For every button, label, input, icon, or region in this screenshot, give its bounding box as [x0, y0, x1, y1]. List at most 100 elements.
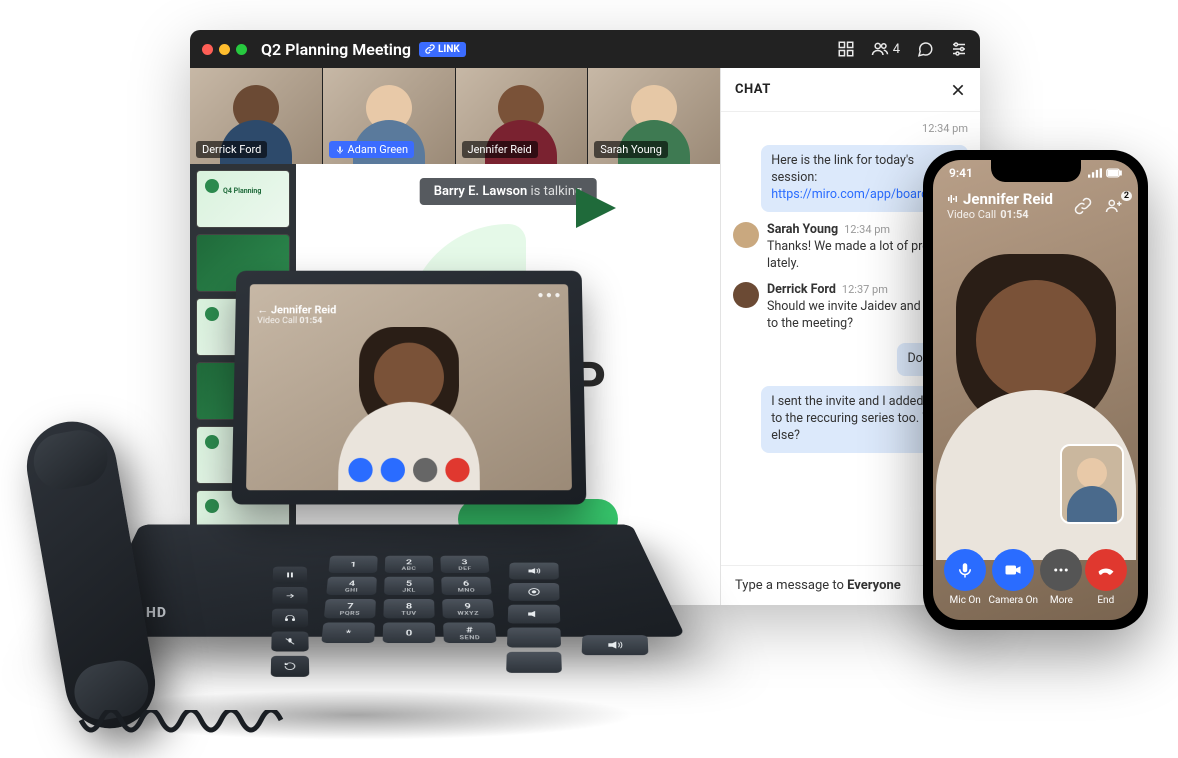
link-badge[interactable]: LINK [419, 42, 466, 57]
speaking-icon [335, 145, 345, 155]
close-icon[interactable] [202, 44, 213, 55]
chat-sender: Derrick Ford [767, 282, 836, 297]
redial-key[interactable] [271, 656, 310, 677]
keypad-key-6[interactable]: 6MNO [441, 577, 492, 595]
keypad-key-hash[interactable]: #SEND [443, 623, 497, 643]
keypad-key-4[interactable]: 4GHI [326, 577, 377, 595]
phone-notch [991, 160, 1081, 182]
chat-sender: Sarah Young [767, 222, 838, 237]
desk-phone-call-header: ← Jennifer Reid Video Call 01:54 [257, 304, 336, 326]
desk-phone-cord [76, 710, 296, 750]
participant-thumb[interactable]: Derrick Ford [190, 68, 323, 164]
keypad-key-8[interactable]: 8TUV [383, 599, 434, 618]
mic-button[interactable] [348, 458, 372, 482]
camera-button[interactable] [992, 549, 1034, 591]
keypad-key-9[interactable]: 9WXYZ [442, 599, 494, 618]
chat-icon[interactable] [916, 40, 934, 58]
nav-key[interactable] [506, 652, 562, 673]
participant-name-tag: Sarah Young [594, 141, 668, 158]
desk-phone-call-controls [348, 458, 469, 482]
signal-icon [1088, 168, 1102, 178]
speaker-icon [607, 641, 623, 649]
avatar [733, 282, 759, 308]
people-badge: 2 [1121, 191, 1132, 201]
keypad-key-2[interactable]: 2ABC [385, 556, 434, 573]
slide-thumb-title: Q4 Planning [223, 187, 261, 195]
more-icon [1052, 561, 1070, 579]
talking-indicator: Barry E. Lawson is talking [420, 178, 597, 205]
participant-thumb[interactable]: Adam Green [323, 68, 456, 164]
link-badge-text: LINK [438, 44, 460, 55]
keypad-key-0[interactable]: 0 [383, 623, 436, 643]
smartphone-screen: 9:41 Jennifer Reid Video Call 01:54 [933, 160, 1138, 620]
volume-up-key[interactable] [509, 563, 559, 580]
window-traffic-lights [202, 44, 247, 55]
caller-name: Jennifer Reid [963, 190, 1053, 208]
minimize-icon[interactable] [219, 44, 230, 55]
nav-key[interactable] [507, 628, 561, 648]
volume-down-key[interactable] [508, 605, 561, 624]
self-view-pip[interactable] [1060, 444, 1124, 524]
keypad-key-5[interactable]: 5JKL [384, 577, 434, 595]
pause-button[interactable] [413, 458, 437, 482]
nav-key[interactable] [508, 583, 559, 601]
camera-icon [1004, 561, 1022, 579]
chat-header: CHAT [721, 68, 980, 112]
desk-phone-statusbar: ● ● ● [258, 290, 561, 301]
people-icon [871, 40, 889, 58]
participants-count-number: 4 [893, 42, 900, 57]
avatar [733, 222, 759, 248]
grid-view-icon[interactable] [837, 40, 855, 58]
desk-phone-screen-bezel: ● ● ● ← Jennifer Reid Video Call 01:54 [232, 271, 587, 505]
desk-phone-keypad: 1 2ABC 3DEF 4GHI 5JKL 6MNO 7PQRS 8TUV 9W… [321, 556, 496, 643]
battery-icon [1106, 168, 1122, 178]
meeting-title: Q2 Planning Meeting [261, 40, 411, 59]
call-controls: Mic On Camera On More End [933, 549, 1138, 606]
transfer-key[interactable] [272, 587, 307, 605]
camera-button[interactable] [381, 458, 405, 482]
end-call-button[interactable] [445, 458, 469, 482]
speaker-button[interactable] [582, 635, 649, 655]
participant-thumb[interactable]: Sarah Young [588, 68, 720, 164]
link-icon[interactable] [1074, 197, 1092, 215]
chat-timestamp: 12:34 pm [844, 223, 890, 236]
add-people-icon[interactable]: 2 [1104, 197, 1124, 215]
mic-label: Mic On [950, 595, 981, 606]
maximize-icon[interactable] [236, 44, 247, 55]
keypad-key-1[interactable]: 1 [328, 556, 377, 573]
close-icon[interactable] [950, 82, 966, 98]
mute-key[interactable] [271, 632, 308, 652]
link-icon [425, 44, 435, 54]
end-call-button[interactable] [1085, 549, 1127, 591]
chat-timestamp: 12:34 pm [733, 122, 968, 135]
chat-timestamp: 12:37 pm [842, 283, 888, 296]
audio-bars-icon [947, 193, 959, 205]
keypad-key-star[interactable]: * [321, 623, 375, 643]
participant-thumbnails: Derrick Ford Adam Green Jennifer Reid Sa… [190, 68, 720, 164]
call-header: Jennifer Reid Video Call 01:54 2 [933, 190, 1138, 221]
hold-key[interactable] [273, 567, 307, 584]
talking-name: Barry E. Lawson [434, 184, 528, 199]
end-label: End [1097, 595, 1114, 606]
slide-thumb[interactable]: Q4 Planning [196, 170, 290, 228]
participant-name-tag: Adam Green [329, 141, 414, 158]
mic-icon [956, 561, 974, 579]
desk-phone-side-keys [506, 563, 562, 673]
more-button[interactable] [1040, 549, 1082, 591]
keypad-key-3[interactable]: 3DEF [440, 556, 489, 573]
keypad-key-7[interactable]: 7PQRS [324, 599, 376, 618]
smartphone-device: 9:41 Jennifer Reid Video Call 01:54 [923, 150, 1148, 630]
phone-time: 9:41 [949, 166, 973, 180]
call-duration: 01:54 [1000, 208, 1028, 221]
participants-count[interactable]: 4 [871, 40, 900, 58]
mic-button[interactable] [944, 549, 986, 591]
settings-sliders-icon[interactable] [950, 40, 968, 58]
headset-key[interactable] [272, 609, 308, 628]
chat-header-label: CHAT [735, 82, 771, 97]
participant-name-tag: Jennifer Reid [462, 141, 538, 158]
hangup-icon [1096, 560, 1116, 580]
window-titlebar: Q2 Planning Meeting LINK 4 [190, 30, 980, 68]
desk-phone-function-keys [271, 567, 310, 677]
participant-thumb[interactable]: Jennifer Reid [456, 68, 589, 164]
desk-phone-device: HD 1 2ABC 3DEF 4GHI 5JKL 6MNO 7PQRS 8TUV… [36, 250, 676, 730]
